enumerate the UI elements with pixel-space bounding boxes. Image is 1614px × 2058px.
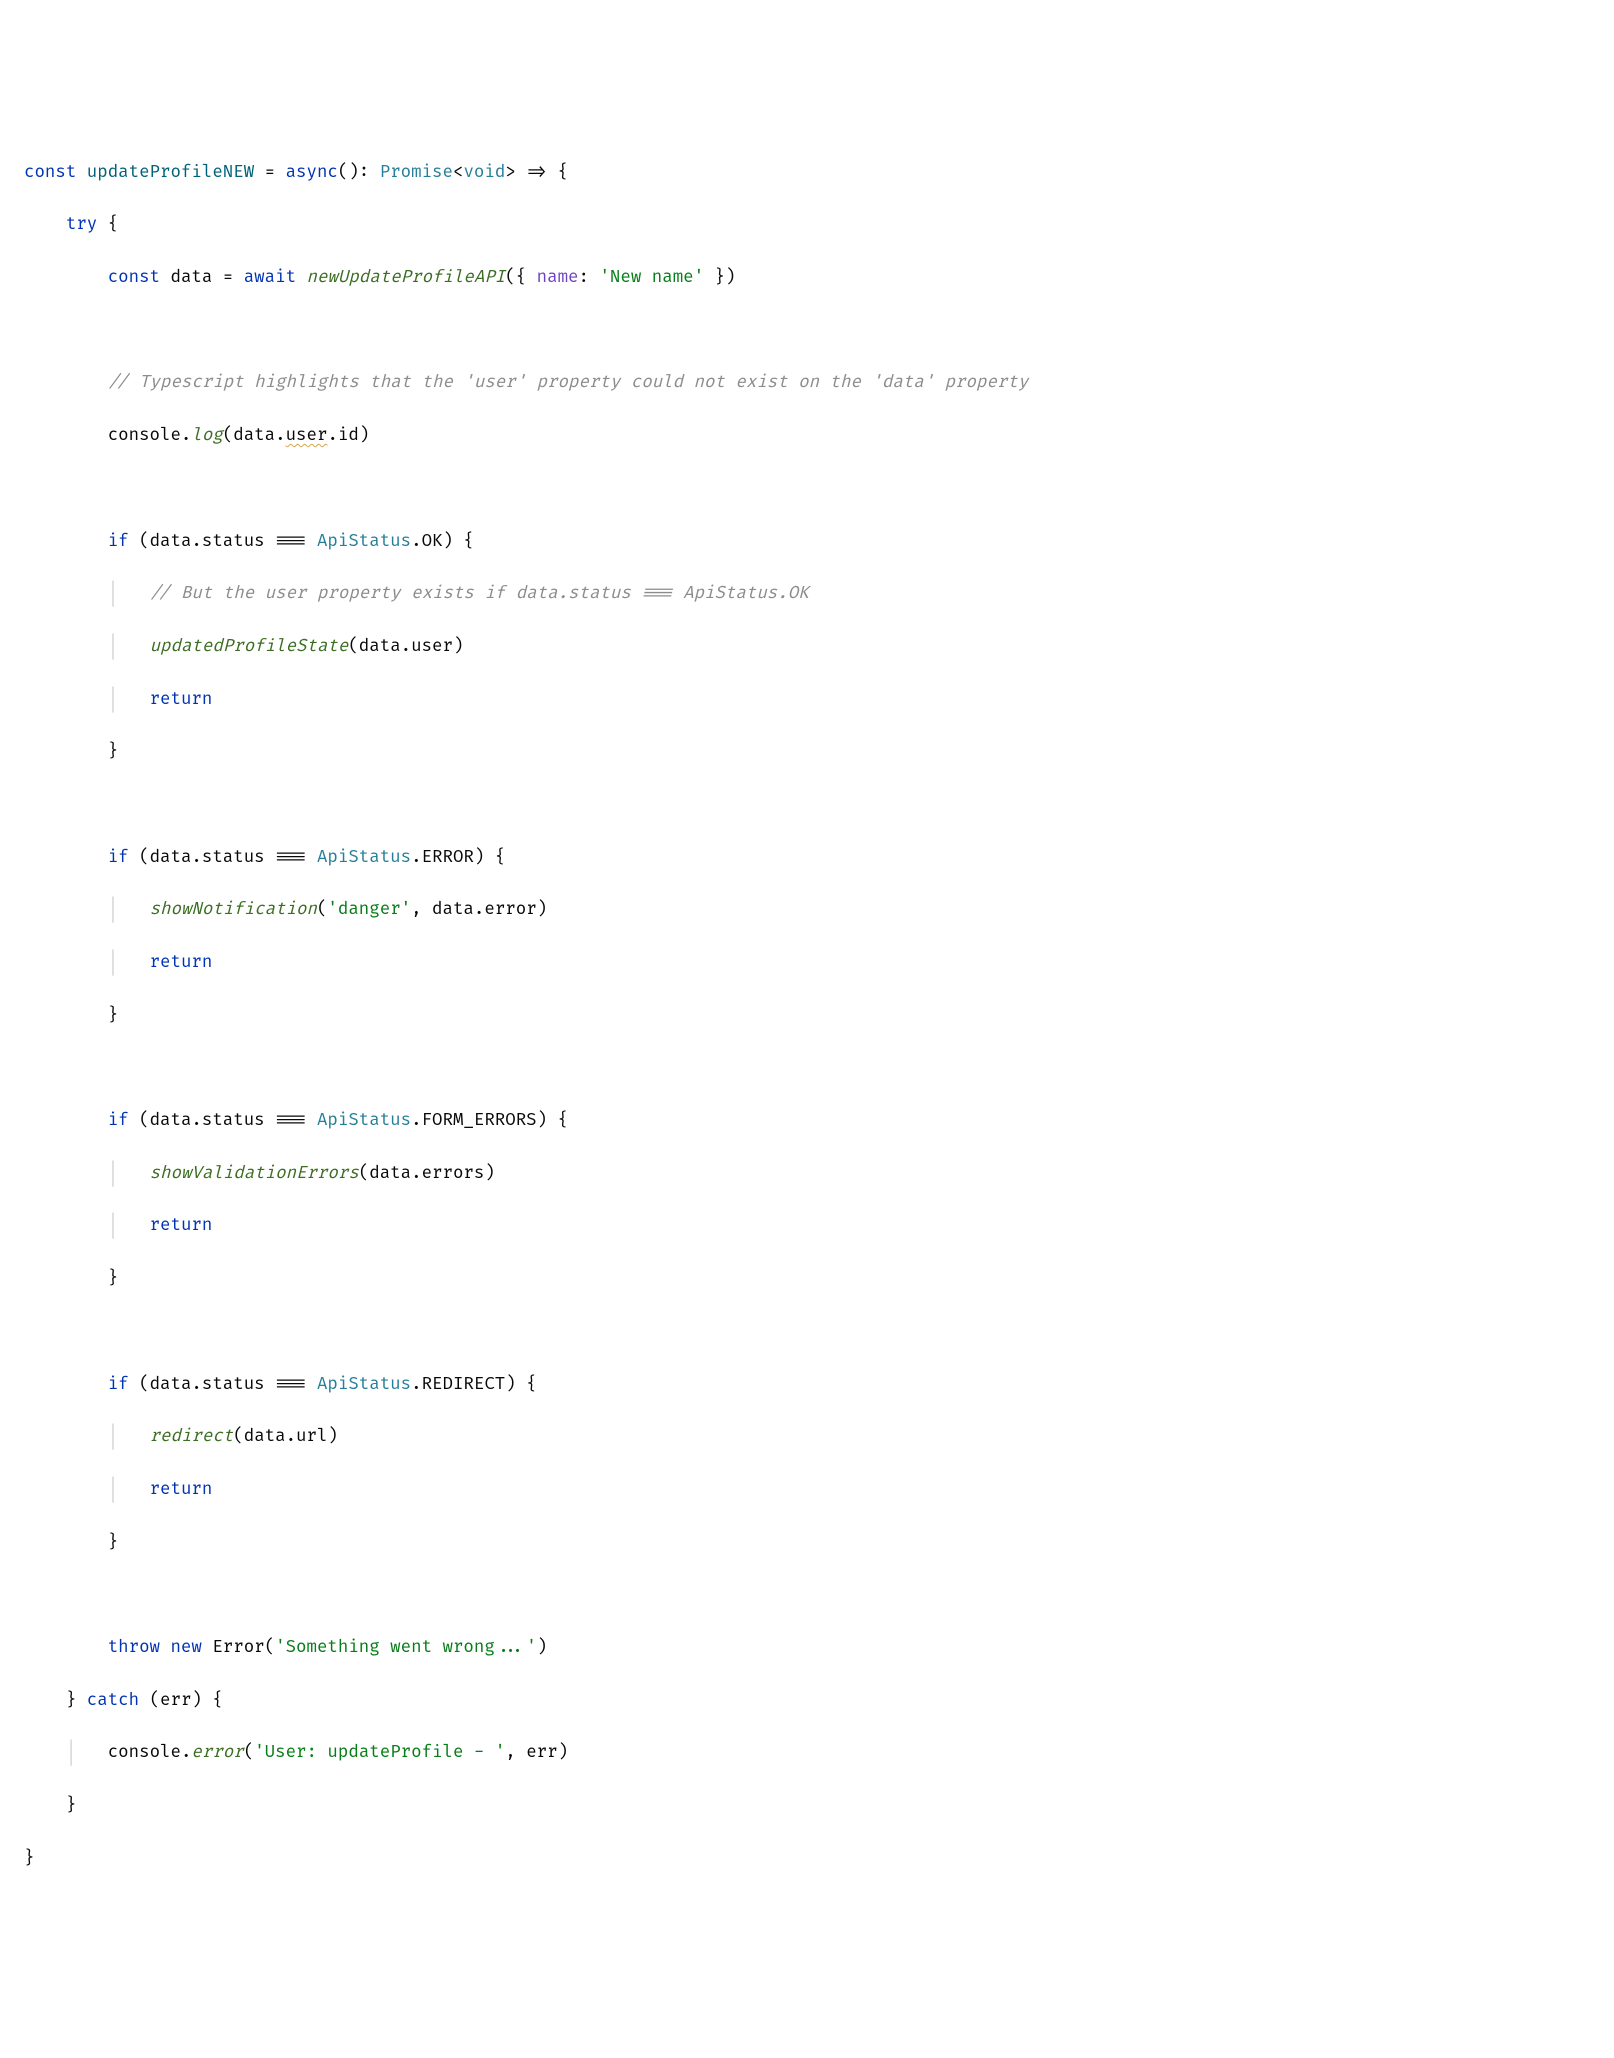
code-line: if (data.status === ApiStatus.OK) {	[24, 529, 1590, 555]
code-line: │ return	[24, 1477, 1590, 1503]
code-line: │ console.error('User: updateProfile - '…	[24, 1740, 1590, 1766]
code-line: const data = await newUpdateProfileAPI({…	[24, 265, 1590, 291]
code-line: }	[24, 1003, 1590, 1029]
code-line	[24, 1055, 1590, 1081]
code-line: // Typescript highlights that the 'user'…	[24, 370, 1590, 396]
code-line: } catch (err) {	[24, 1688, 1590, 1714]
code-editor[interactable]: const updateProfileNEW = async(): Promis…	[24, 133, 1590, 1898]
code-line	[24, 318, 1590, 344]
code-line: │ return	[24, 950, 1590, 976]
code-line: }	[24, 739, 1590, 765]
code-line	[24, 476, 1590, 502]
code-line: }	[24, 1793, 1590, 1819]
code-line: if (data.status === ApiStatus.REDIRECT) …	[24, 1372, 1590, 1398]
code-line: }	[24, 1846, 1590, 1872]
code-line: if (data.status === ApiStatus.FORM_ERROR…	[24, 1108, 1590, 1134]
code-line: }	[24, 1530, 1590, 1556]
code-line: }	[24, 1266, 1590, 1292]
code-line: console.log(data.user.id)	[24, 423, 1590, 449]
code-line: const updateProfileNEW = async(): Promis…	[24, 160, 1590, 186]
code-line	[24, 1319, 1590, 1345]
code-line	[24, 792, 1590, 818]
code-line: │ return	[24, 687, 1590, 713]
code-line: try {	[24, 212, 1590, 238]
code-line: │ // But the user property exists if dat…	[24, 581, 1590, 607]
code-line: if (data.status === ApiStatus.ERROR) {	[24, 845, 1590, 871]
code-line: │ redirect(data.url)	[24, 1424, 1590, 1450]
code-line: │ showValidationErrors(data.errors)	[24, 1161, 1590, 1187]
code-line: │ updatedProfileState(data.user)	[24, 634, 1590, 660]
code-line	[24, 1582, 1590, 1608]
code-line: throw new Error('Something went wrong...…	[24, 1635, 1590, 1661]
ts-warning-underline: user	[286, 425, 328, 446]
code-line: │ showNotification('danger', data.error)	[24, 897, 1590, 923]
code-line: │ return	[24, 1213, 1590, 1239]
